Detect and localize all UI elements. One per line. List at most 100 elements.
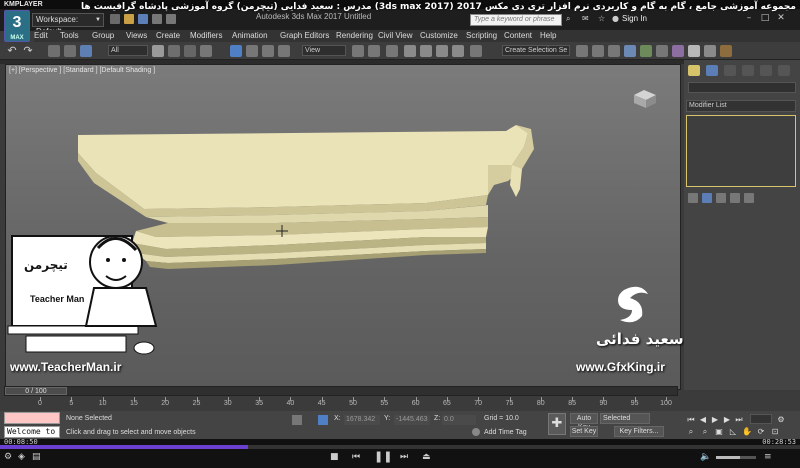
window-crossing-icon[interactable] [200,45,212,57]
select-scale-icon[interactable] [262,45,274,57]
pin-stack-icon[interactable] [688,193,698,203]
object-name-field[interactable] [688,82,796,93]
search-input[interactable]: Type a keyword or phrase [470,14,562,26]
mirror-icon[interactable] [576,45,588,57]
player-3d-icon[interactable]: ◈ [18,451,25,463]
volume-icon[interactable]: 🔈 [700,451,711,463]
next-frame-icon[interactable]: ▶ [722,415,732,425]
menu-animation[interactable]: Animation [232,30,268,42]
selection-filter-dropdown[interactable]: All [108,45,148,56]
hierarchy-tab-icon[interactable] [724,65,736,76]
edit-named-selection-icon[interactable] [470,45,482,57]
set-key-mode-icon[interactable]: ✚ [548,413,566,435]
rendered-frame-window-icon[interactable] [704,45,716,57]
save-icon[interactable] [138,14,148,24]
make-unique-icon[interactable] [716,193,726,203]
viewport-label[interactable]: [+] [Perspective ] [Standard ] [Default … [9,67,155,74]
redo-quick-icon[interactable] [166,14,176,24]
seek-bar[interactable] [0,445,800,449]
undo-icon[interactable]: ↶ [6,45,18,57]
link-icon[interactable] [48,45,60,57]
player-settings-icon[interactable]: ⚙ [4,451,12,463]
key-filters-button[interactable]: Key Filters... [614,426,664,437]
pivot-center-icon[interactable] [352,45,364,57]
scene-explorer-icon[interactable] [608,45,620,57]
modifier-list-dropdown[interactable]: Modifier List [686,100,796,112]
render-production-icon[interactable] [720,45,732,57]
communication-icon[interactable]: ✉ [582,14,589,23]
menu-edit[interactable]: Edit [34,30,48,42]
select-by-name-icon[interactable] [168,45,180,57]
menu-group[interactable]: Group [92,30,114,42]
volume-slider[interactable] [716,456,756,459]
utilities-tab-icon[interactable] [778,65,790,76]
player-pause-icon[interactable]: ❚❚ [374,451,392,463]
motion-tab-icon[interactable] [742,65,754,76]
key-mode-dropdown[interactable]: Selected [600,413,650,424]
x-coordinate-field[interactable]: 1678.342 [344,415,380,425]
add-time-tag[interactable]: Add Time Tag [484,429,527,436]
current-frame-field[interactable] [750,414,772,424]
player-menu-icon[interactable]: ≡ [764,451,772,463]
percent-snap-icon[interactable] [436,45,448,57]
time-slider[interactable]: 0 / 100 [4,386,678,396]
bind-space-warp-icon[interactable] [80,45,92,57]
zoom-icon[interactable]: ⌕ [686,427,696,437]
material-editor-icon[interactable] [672,45,684,57]
menu-content[interactable]: Content [504,30,532,42]
select-place-icon[interactable] [278,45,290,57]
field-of-view-icon[interactable]: ◺ [728,427,738,437]
track-bar[interactable]: 0 5 10 15 20 25 30 35 40 45 50 55 60 65 70 75 80 85 90 95 10… [34,397,682,411]
player-eject-icon[interactable]: ⏏ [422,451,431,463]
pan-icon[interactable]: ✋ [742,427,752,437]
search-icon[interactable]: ⌕ [566,14,570,24]
display-tab-icon[interactable] [760,65,772,76]
menu-rendering[interactable]: Rendering [336,30,373,42]
set-key-button[interactable]: Set Key [570,426,598,437]
angle-snap-icon[interactable] [420,45,432,57]
play-icon[interactable]: ▶ [710,415,720,425]
player-caption-icon[interactable]: ▤ [32,451,41,463]
favorites-icon[interactable]: ☆ [598,14,605,23]
select-move-icon[interactable] [230,45,242,57]
zoom-all-icon[interactable]: ⌕ [700,427,710,437]
schematic-view-icon[interactable] [656,45,668,57]
render-setup-icon[interactable] [688,45,700,57]
menu-help[interactable]: Help [540,30,556,42]
close-icon[interactable]: ✕ [774,12,788,24]
named-selection-dropdown[interactable]: Create Selection Se [502,45,570,56]
select-object-icon[interactable] [152,45,164,57]
menu-civil-view[interactable]: Civil View [378,30,413,42]
keyboard-shortcut-icon[interactable] [386,45,398,57]
time-tag-icon[interactable] [472,428,480,436]
go-to-start-icon[interactable]: ⏮ [686,415,696,425]
redo-icon[interactable]: ↷ [22,45,34,57]
orbit-icon[interactable]: ⟳ [756,427,766,437]
menu-tools[interactable]: Tools [60,30,79,42]
spinner-snap-icon[interactable] [452,45,464,57]
player-stop-icon[interactable]: ■ [330,451,339,463]
snaps-toggle-icon[interactable] [404,45,416,57]
player-next-icon[interactable]: ⏭ [400,451,408,463]
modifier-stack[interactable] [686,115,796,187]
maxscript-listener-top[interactable] [4,412,60,424]
select-rotate-icon[interactable] [246,45,258,57]
minimize-icon[interactable]: – [742,12,756,24]
undo-quick-icon[interactable] [152,14,162,24]
menu-modifiers[interactable]: Modifiers [190,30,222,42]
maximize-icon[interactable]: □ [758,12,772,24]
modify-tab-icon[interactable] [706,65,718,76]
max-app-button[interactable]: 3 MAX [4,10,30,42]
select-manipulate-icon[interactable] [368,45,380,57]
reference-coordinate-dropdown[interactable]: View [302,45,346,56]
isolate-selection-icon[interactable] [292,415,302,425]
menu-views[interactable]: Views [126,30,147,42]
menu-graph-editors[interactable]: Graph Editors [280,30,329,42]
align-icon[interactable] [592,45,604,57]
layer-explorer-icon[interactable] [624,45,636,57]
player-previous-icon[interactable]: ⏮ [352,451,360,463]
viewcube-icon[interactable] [628,87,660,111]
absolute-mode-icon[interactable] [318,415,328,425]
menu-customize[interactable]: Customize [420,30,458,42]
y-coordinate-field[interactable]: -1445.463 [394,415,430,425]
